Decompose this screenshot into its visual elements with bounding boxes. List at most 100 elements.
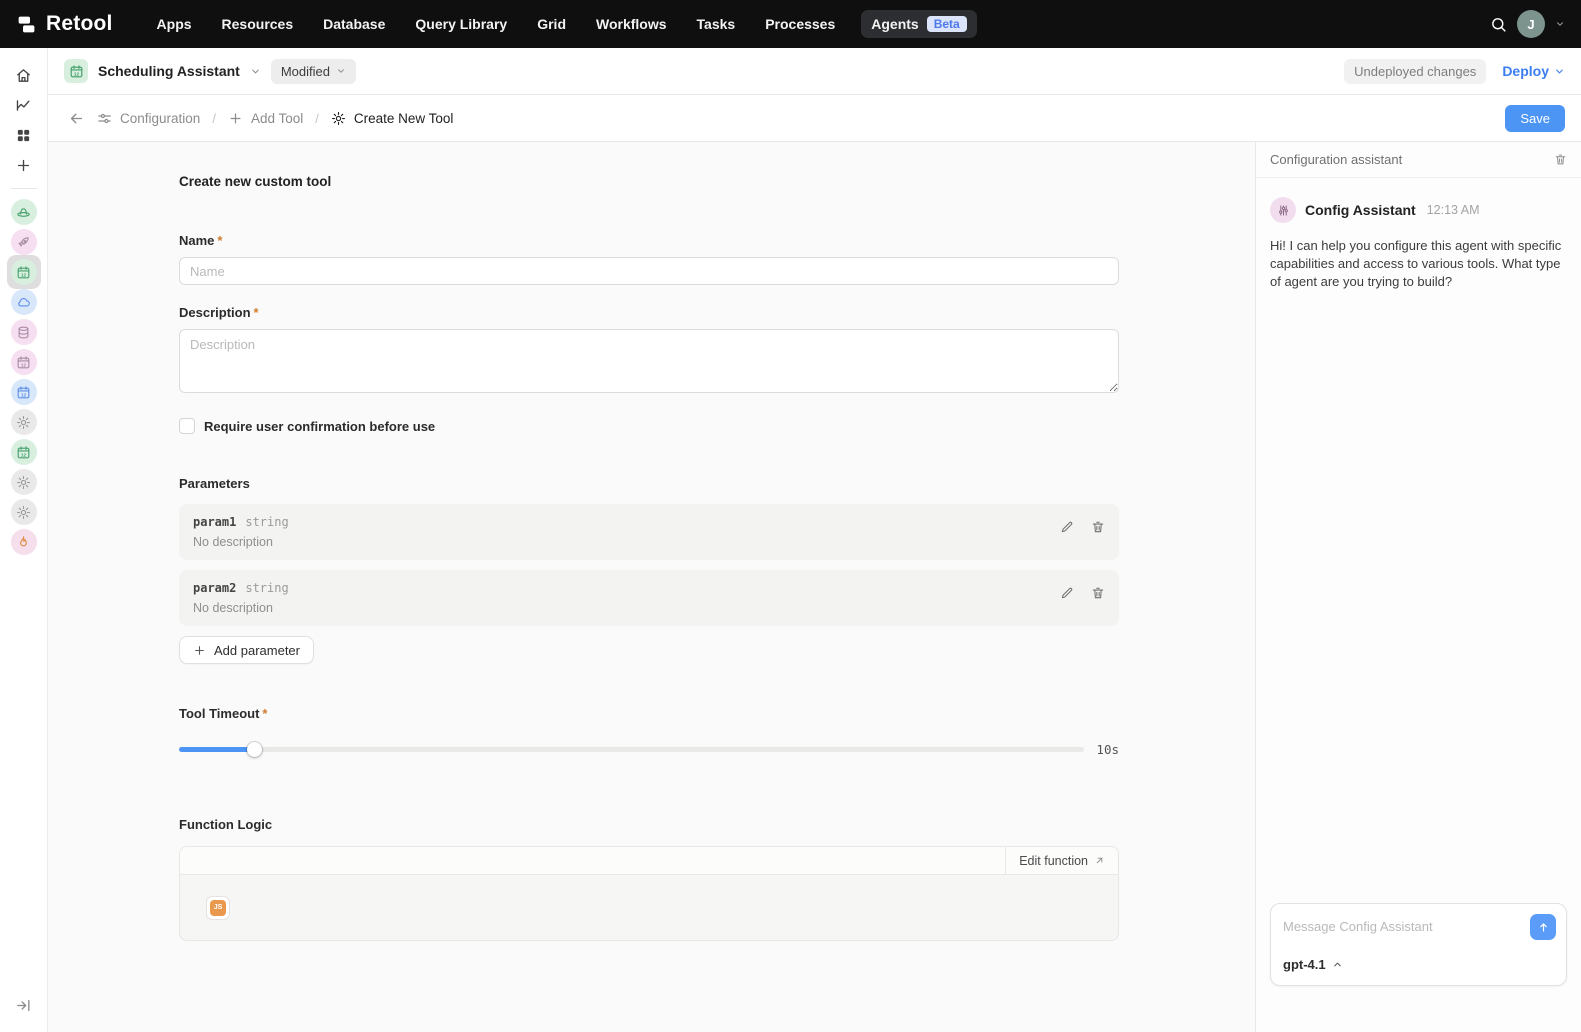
parameter-description: No description — [193, 535, 1060, 549]
app-icon-gear-1[interactable] — [7, 407, 41, 437]
composer-input-row — [1283, 914, 1556, 940]
nav-item-query-library[interactable]: Query Library — [415, 16, 507, 32]
parameter-actions — [1060, 520, 1105, 534]
rail-divider — [11, 188, 37, 189]
nav-item-resources[interactable]: Resources — [222, 16, 294, 32]
assistant-footer: gpt-4.1 — [1256, 903, 1581, 1032]
function-logic-header: Edit function — [180, 847, 1118, 875]
confirmation-checkbox-row[interactable]: Require user confirmation before use — [179, 418, 1119, 434]
parameter-description: No description — [193, 601, 1060, 615]
save-button[interactable]: Save — [1505, 105, 1565, 132]
gear-icon — [331, 111, 346, 126]
nav-item-agents-label: Agents — [871, 16, 918, 32]
back-arrow-icon[interactable] — [68, 110, 85, 127]
delete-parameter-icon[interactable] — [1091, 586, 1105, 600]
parameter-info: param1 string No description — [193, 515, 1060, 549]
status-badge[interactable]: Modified — [271, 59, 356, 84]
required-asterisk: * — [217, 233, 222, 248]
nav-item-database[interactable]: Database — [323, 16, 385, 32]
analytics-icon[interactable] — [8, 90, 40, 120]
main-column: 12 Scheduling Assistant Modified Undeplo… — [48, 48, 1581, 1032]
app-icon-rocket[interactable] — [7, 227, 41, 257]
breadcrumb-separator: / — [315, 111, 319, 126]
timeout-value: 10s — [1096, 742, 1119, 757]
add-parameter-button[interactable]: Add parameter — [179, 636, 314, 664]
svg-text:12: 12 — [21, 362, 27, 367]
delete-parameter-icon[interactable] — [1091, 520, 1105, 534]
plus-icon — [228, 111, 243, 126]
nav-item-processes[interactable]: Processes — [765, 16, 835, 32]
breadcrumb-configuration-label: Configuration — [120, 111, 200, 126]
app-icon-database[interactable] — [7, 317, 41, 347]
avatar-initial: J — [1527, 17, 1534, 32]
breadcrumb-separator: / — [212, 111, 216, 126]
expand-rail-icon[interactable] — [8, 990, 40, 1020]
undeployed-changes-badge: Undeployed changes — [1344, 59, 1486, 84]
timeout-slider[interactable] — [179, 747, 1084, 752]
js-block[interactable]: JS — [206, 896, 230, 920]
timeout-label-text: Tool Timeout — [179, 706, 259, 721]
app-icon-calendar-blue[interactable]: 12 — [7, 377, 41, 407]
breadcrumb-add-tool[interactable]: Add Tool — [228, 111, 303, 126]
vertical-sliders-icon — [1277, 204, 1290, 217]
confirmation-checkbox-label: Require user confirmation before use — [204, 419, 435, 434]
breadcrumb-configuration[interactable]: Configuration — [97, 111, 200, 126]
edit-function-button[interactable]: Edit function — [1005, 847, 1118, 874]
svg-text:12: 12 — [21, 452, 27, 457]
account-chevron-down-icon[interactable] — [1555, 19, 1565, 29]
function-logic-label: Function Logic — [179, 817, 1119, 832]
app-icon-gear-3[interactable] — [7, 497, 41, 527]
app-icon-cloud[interactable] — [7, 287, 41, 317]
nav-item-tasks[interactable]: Tasks — [697, 16, 736, 32]
nav-item-agents[interactable]: Agents Beta — [861, 10, 976, 38]
timeout-slider-handle[interactable] — [247, 742, 262, 757]
hat-icon — [11, 199, 37, 225]
app-icon-flame[interactable] — [7, 527, 41, 557]
nav-item-workflows[interactable]: Workflows — [596, 16, 667, 32]
agent-chevron-down-icon[interactable] — [250, 66, 261, 77]
name-label-text: Name — [179, 233, 214, 248]
model-selector[interactable]: gpt-4.1 — [1283, 957, 1556, 972]
nav-item-apps[interactable]: Apps — [157, 16, 192, 32]
assistant-message-input[interactable] — [1283, 914, 1522, 934]
edit-parameter-icon[interactable] — [1060, 586, 1074, 600]
confirmation-checkbox[interactable] — [179, 418, 195, 434]
home-icon[interactable] — [8, 60, 40, 90]
svg-text:12: 12 — [21, 392, 27, 397]
description-input[interactable] — [179, 329, 1119, 393]
app-icon-calendar-green[interactable]: 12 — [7, 437, 41, 467]
app-icon-gear-2[interactable] — [7, 467, 41, 497]
search-icon[interactable] — [1490, 16, 1507, 33]
agent-name[interactable]: Scheduling Assistant — [98, 63, 240, 79]
left-rail: 12 12 12 — [0, 48, 48, 1032]
retool-logo[interactable]: Retool — [16, 12, 113, 36]
send-message-icon[interactable] — [1530, 914, 1556, 940]
body-row: 12 12 12 — [0, 48, 1581, 1032]
retool-logo-icon — [16, 14, 37, 35]
add-parameter-label: Add parameter — [214, 643, 300, 658]
app-icon-calendar-current[interactable]: 12 — [7, 255, 41, 289]
status-badge-label: Modified — [281, 64, 330, 79]
function-logic-body: JS — [180, 875, 1118, 940]
add-icon[interactable] — [8, 150, 40, 180]
clear-chat-icon[interactable] — [1554, 153, 1567, 166]
avatar[interactable]: J — [1517, 10, 1545, 38]
description-label-text: Description — [179, 305, 251, 320]
calendar-icon: 12 — [11, 349, 37, 375]
apps-grid-icon[interactable] — [8, 120, 40, 150]
deploy-button[interactable]: Deploy — [1502, 63, 1565, 79]
deploy-label: Deploy — [1502, 63, 1549, 79]
calendar-icon: 12 — [11, 439, 37, 465]
edit-parameter-icon[interactable] — [1060, 520, 1074, 534]
app-icon-hat[interactable] — [7, 197, 41, 227]
name-input[interactable] — [179, 257, 1119, 285]
name-label: Name * — [179, 233, 1119, 248]
nav-item-grid[interactable]: Grid — [537, 16, 566, 32]
gear-icon — [11, 409, 37, 435]
sliders-icon — [97, 111, 112, 126]
svg-text:12: 12 — [21, 272, 27, 277]
app-icon-calendar-pink[interactable]: 12 — [7, 347, 41, 377]
chevron-up-icon — [1332, 959, 1343, 970]
breadcrumb-create-new-tool: Create New Tool — [331, 111, 454, 126]
top-nav-right: J — [1490, 10, 1565, 38]
